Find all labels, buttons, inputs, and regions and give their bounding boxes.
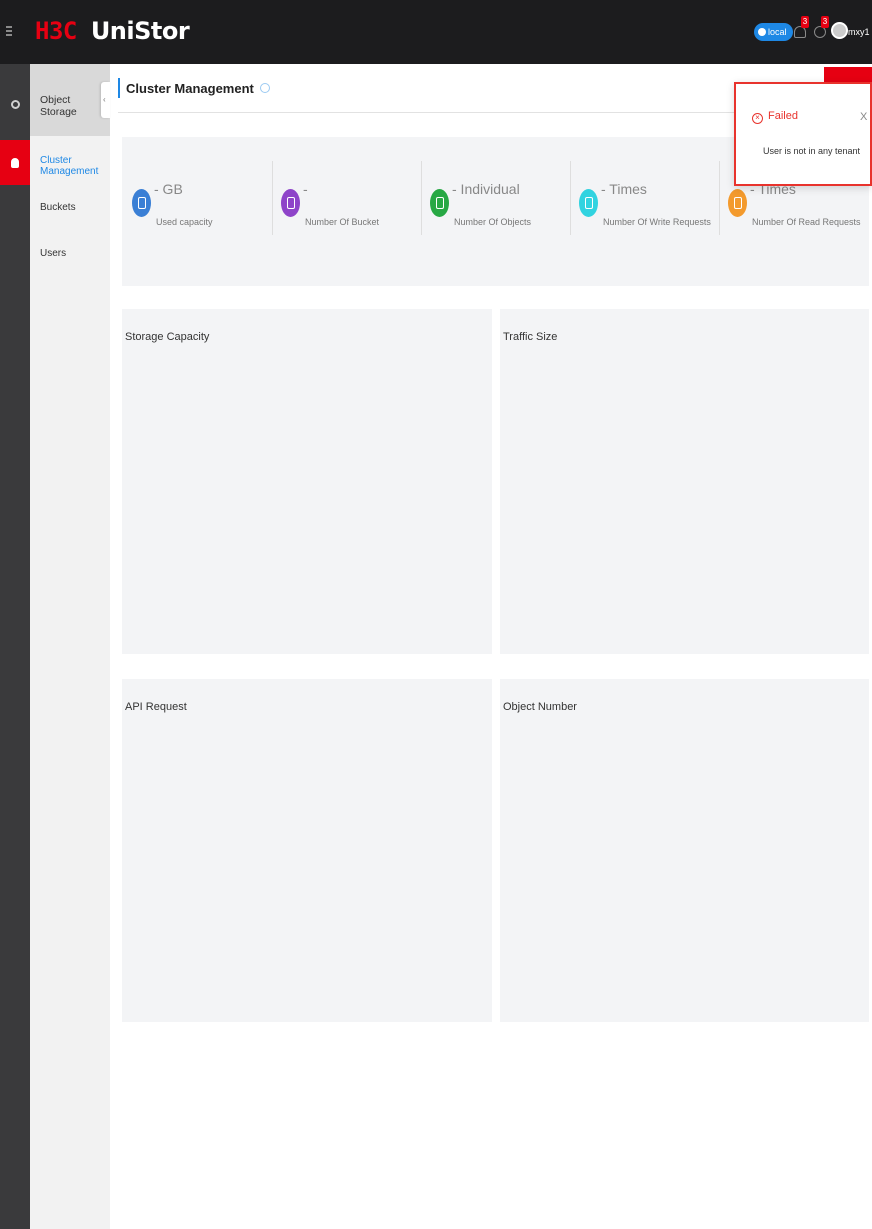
chevron-left-icon: ‹: [103, 95, 106, 104]
title-accent: [118, 78, 120, 98]
traffic-size-panel: Traffic Size: [500, 309, 869, 654]
location-pin-icon: [758, 28, 766, 36]
subnav-title: Object Storage: [40, 94, 77, 118]
notice-accent: [824, 67, 872, 82]
collapse-sidebar-button[interactable]: ‹: [101, 82, 110, 118]
stat-number-of-bucket: - Number Of Bucket: [271, 165, 420, 235]
storage-icon: [11, 157, 19, 168]
app-logo: H3C UniStor: [35, 17, 190, 45]
page-title: Cluster Management: [126, 80, 254, 96]
api-request-panel: API Request: [122, 679, 492, 1022]
info-icon[interactable]: [259, 83, 270, 93]
stat-value: - Individual: [452, 181, 520, 197]
bucket-icon: [281, 189, 300, 217]
error-notification: × Failed X User is not in any tenant: [734, 82, 872, 186]
left-rail: [0, 64, 30, 1229]
notification-title: Failed: [768, 110, 798, 122]
avatar[interactable]: [831, 22, 848, 39]
stat-value: - Times: [601, 181, 647, 197]
close-notification-button[interactable]: X: [860, 111, 867, 123]
task-badge: 3: [821, 16, 829, 28]
database-icon: [132, 189, 151, 217]
sidebar-item-buckets[interactable]: Buckets: [40, 202, 76, 213]
top-bar: H3C UniStor local 3 3 mxy1: [0, 0, 872, 64]
page-header: Cluster Management: [118, 76, 270, 100]
sidebar-item-cluster-management[interactable]: Cluster Management: [40, 155, 110, 177]
storage-nav-item[interactable]: [0, 140, 30, 185]
error-icon: ×: [752, 113, 763, 124]
notification-message: User is not in any tenant: [763, 146, 861, 156]
tenant-selector[interactable]: local: [754, 23, 793, 41]
stat-label: Number Of Objects: [454, 217, 532, 227]
panel-title: Object Number: [503, 701, 577, 713]
tenant-label: local: [768, 27, 787, 37]
upload-icon: [579, 189, 598, 217]
notification-badge: 3: [801, 16, 809, 28]
stat-label: Number Of Bucket: [305, 217, 380, 227]
username[interactable]: mxy1: [848, 27, 870, 37]
stat-used-capacity: - GB Used capacity: [122, 165, 271, 235]
menu-icon[interactable]: [6, 24, 16, 38]
logo-product: UniStor: [90, 17, 190, 45]
stat-write-requests: - Times Number Of Write Requests: [569, 165, 718, 235]
dashboard-icon: [10, 100, 20, 109]
logo-brand: H3C: [35, 17, 77, 45]
panel-title: Storage Capacity: [125, 331, 210, 343]
sub-navigation: Object Storage Cluster Management Bucket…: [30, 64, 110, 1229]
storage-capacity-panel: Storage Capacity: [122, 309, 492, 654]
stat-label: Used capacity: [156, 217, 213, 227]
subnav-header: Object Storage: [30, 64, 110, 136]
document-icon: [430, 189, 449, 217]
download-icon: [728, 189, 747, 217]
sidebar-item-users[interactable]: Users: [40, 248, 66, 259]
stat-value: - GB: [154, 181, 183, 197]
stat-label: Number Of Write Requests: [603, 217, 711, 227]
object-number-panel: Object Number: [500, 679, 869, 1022]
stat-number-of-objects: - Individual Number Of Objects: [420, 165, 569, 235]
dashboard-nav-item[interactable]: [0, 82, 30, 127]
panel-title: API Request: [125, 701, 187, 713]
panel-title: Traffic Size: [503, 331, 558, 343]
stat-value: -: [303, 181, 308, 197]
stat-label: Number Of Read Requests: [752, 217, 861, 227]
